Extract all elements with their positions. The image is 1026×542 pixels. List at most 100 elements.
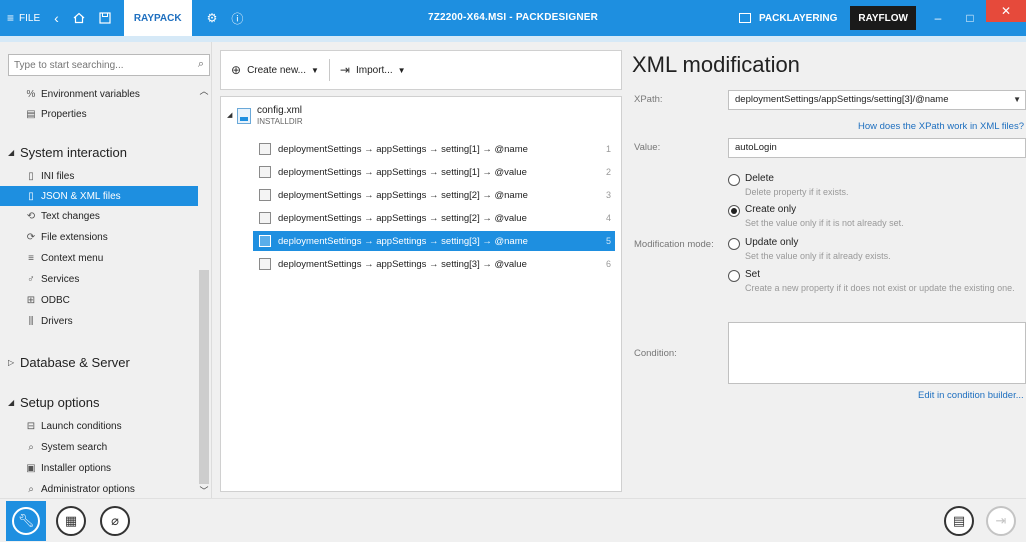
sidebar-item-label: System search <box>41 441 108 453</box>
sidebar-item-installer-options[interactable]: ▣ Installer options <box>24 458 111 478</box>
hamburger-icon: ≡ <box>7 11 15 25</box>
save-icon <box>99 12 111 24</box>
radio-title: Update only <box>745 237 799 248</box>
sidebar-item-json-xml-files[interactable]: ▯ JSON & XML files <box>0 186 198 206</box>
save-button[interactable] <box>92 0 118 36</box>
file-menu-button[interactable]: ≡ FILE <box>0 0 47 36</box>
tree-row-selected[interactable]: deploymentSettings → appSettings → setti… <box>253 231 615 251</box>
radio-description: Set the value only if it is not already … <box>745 218 904 228</box>
sidebar-scrollbar[interactable]: ︿ ﹀ <box>198 82 210 496</box>
radio-labels: Update only Set the value only if it alr… <box>745 237 1025 262</box>
grid-icon: ▦ <box>64 513 78 528</box>
modification-mode-label: Modification mode: <box>634 239 714 250</box>
xpath-select[interactable]: deploymentSettings/appSettings/setting[3… <box>728 90 1026 110</box>
mode-option-delete[interactable]: Delete Delete property if it exists. <box>728 173 1025 198</box>
back-button[interactable]: ‹ <box>47 0 66 36</box>
context-menu-icon: ≡ <box>28 252 34 264</box>
maximize-button[interactable]: □ <box>954 0 986 36</box>
import-button[interactable]: ⇥ Import... ▼ <box>330 57 416 83</box>
chevron-down-icon[interactable]: ﹀ <box>198 484 210 497</box>
tree-row[interactable]: deploymentSettings → appSettings → setti… <box>253 185 615 205</box>
drivers-icon: ⫼ <box>28 315 34 327</box>
radio-description: Delete property if it exists. <box>745 187 849 197</box>
mode-option-create-only[interactable]: Create only Set the value only if it is … <box>728 204 1025 229</box>
radio-title: Create only <box>745 204 797 215</box>
mode-option-set[interactable]: Set Create a new property if it does not… <box>728 269 1025 294</box>
search-icon[interactable]: ⌕ <box>198 58 204 71</box>
raypack-tab[interactable]: RAYPACK <box>123 0 192 36</box>
settings-button[interactable]: ⚙ <box>200 0 225 36</box>
create-new-button[interactable]: ⊕ Create new... ▼ <box>221 57 329 83</box>
sidebar-item-label: Text changes <box>41 210 100 222</box>
tree-root-filename: config.xml <box>257 105 303 116</box>
sidebar-item-odbc[interactable]: ⊞ ODBC <box>24 290 70 310</box>
exit-icon: ⇥ <box>995 513 1007 528</box>
sidebar-item-label: Environment variables <box>41 88 140 100</box>
section-database-server[interactable]: ▷ Database & Server <box>8 350 130 374</box>
info-button[interactable]: ⓘ <box>224 0 250 36</box>
wrench-button[interactable]: 🔧︎ <box>6 501 46 541</box>
sidebar-item-ini-files[interactable]: ▯ INI files <box>24 166 74 186</box>
sidebar-item-file-extensions[interactable]: ⟳ File extensions <box>24 227 108 247</box>
tree-row[interactable]: deploymentSettings → appSettings → setti… <box>253 162 615 182</box>
installer-options-icon: ▣ <box>26 462 36 474</box>
gear-icon: ⚙ <box>206 11 218 25</box>
sidebar-item-drivers[interactable]: ⫼ Drivers <box>24 311 73 331</box>
sidebar-item-system-search[interactable]: ⌕ System search <box>24 437 107 457</box>
plus-circle-icon: ⊕ <box>231 63 242 77</box>
tree-root-config-xml[interactable]: ◢ config.xml INSTALLDIR <box>227 105 303 126</box>
rayflow-button[interactable]: RAYFLOW <box>850 6 916 30</box>
sidebar-item-label: INI files <box>41 170 75 182</box>
radio-button[interactable] <box>728 270 740 282</box>
chevron-up-icon[interactable]: ︿ <box>198 84 210 97</box>
home-button[interactable] <box>66 0 92 36</box>
expanded-arrow-icon: ◢ <box>8 147 15 157</box>
sidebar-item-label: Services <box>41 273 80 285</box>
sidebar-item-properties[interactable]: ▤ Properties <box>24 104 86 124</box>
minimize-button[interactable]: – <box>922 0 954 36</box>
search-input[interactable] <box>9 55 179 75</box>
section-label: System interaction <box>20 144 127 160</box>
percent-icon: % <box>26 88 36 100</box>
document-button[interactable]: ▤ <box>944 506 974 536</box>
tree-row[interactable]: deploymentSettings → appSettings → setti… <box>253 254 615 274</box>
file-extensions-icon: ⟳ <box>26 231 36 243</box>
sidebar-item-label: ODBC <box>41 294 70 306</box>
condition-builder-link[interactable]: Edit in condition builder... <box>918 390 1024 401</box>
tree-row-number: 6 <box>605 259 611 269</box>
sidebar-item-services[interactable]: ♂ Services <box>24 269 79 289</box>
tree-row-number: 2 <box>605 167 611 177</box>
sidebar-item-environment-variables[interactable]: % Environment variables <box>24 84 140 104</box>
grid-button[interactable]: ▦ <box>56 506 86 536</box>
radio-button-checked[interactable] <box>728 205 740 217</box>
sidebar-item-administrator-options[interactable]: ⌕ Administrator options <box>24 479 135 499</box>
search-icon: ⌕ <box>28 441 34 453</box>
xml-node-icon <box>259 258 271 270</box>
tree-row[interactable]: deploymentSettings → appSettings → setti… <box>253 208 615 228</box>
sidebar-item-context-menu[interactable]: ≡ Context menu <box>24 248 103 268</box>
close-button[interactable]: ✕ <box>986 0 1026 22</box>
xpath-label: XPath: <box>634 94 663 105</box>
tree-row[interactable]: deploymentSettings → appSettings → setti… <box>253 139 615 159</box>
section-setup-options[interactable]: ◢ Setup options <box>8 390 100 414</box>
plug-button[interactable]: ⌀ <box>100 506 130 536</box>
wrench-icon: 🔧︎ <box>12 507 40 535</box>
scrollbar-thumb[interactable] <box>199 270 209 484</box>
radio-title: Delete <box>745 173 774 184</box>
tree-row-text: deploymentSettings → appSettings → setti… <box>278 258 527 270</box>
sidebar-item-text-changes[interactable]: ⟲ Text changes <box>24 206 100 226</box>
sidebar-item-launch-conditions[interactable]: ⊟ Launch conditions <box>24 416 122 436</box>
condition-field[interactable] <box>728 322 1026 384</box>
xpath-help-link[interactable]: How does the XPath work in XML files? <box>858 121 1024 132</box>
radio-button[interactable] <box>728 174 740 186</box>
value-field[interactable]: autoLogin <box>728 138 1026 158</box>
tree-row-text: deploymentSettings → appSettings → setti… <box>278 235 528 247</box>
section-system-interaction[interactable]: ◢ System interaction <box>8 140 127 164</box>
radio-button[interactable] <box>728 238 740 250</box>
packlayering-button[interactable]: PACKLAYERING <box>732 0 844 36</box>
mode-option-update-only[interactable]: Update only Set the value only if it alr… <box>728 237 1025 262</box>
exit-button[interactable]: ⇥ <box>986 506 1016 536</box>
middle-pane: ⊕ Create new... ▼ ⇥ Import... ▼ ◢ config… <box>212 42 622 498</box>
expanded-arrow-icon[interactable]: ◢ <box>227 111 237 119</box>
chevron-down-icon[interactable]: ▼ <box>1013 91 1021 109</box>
